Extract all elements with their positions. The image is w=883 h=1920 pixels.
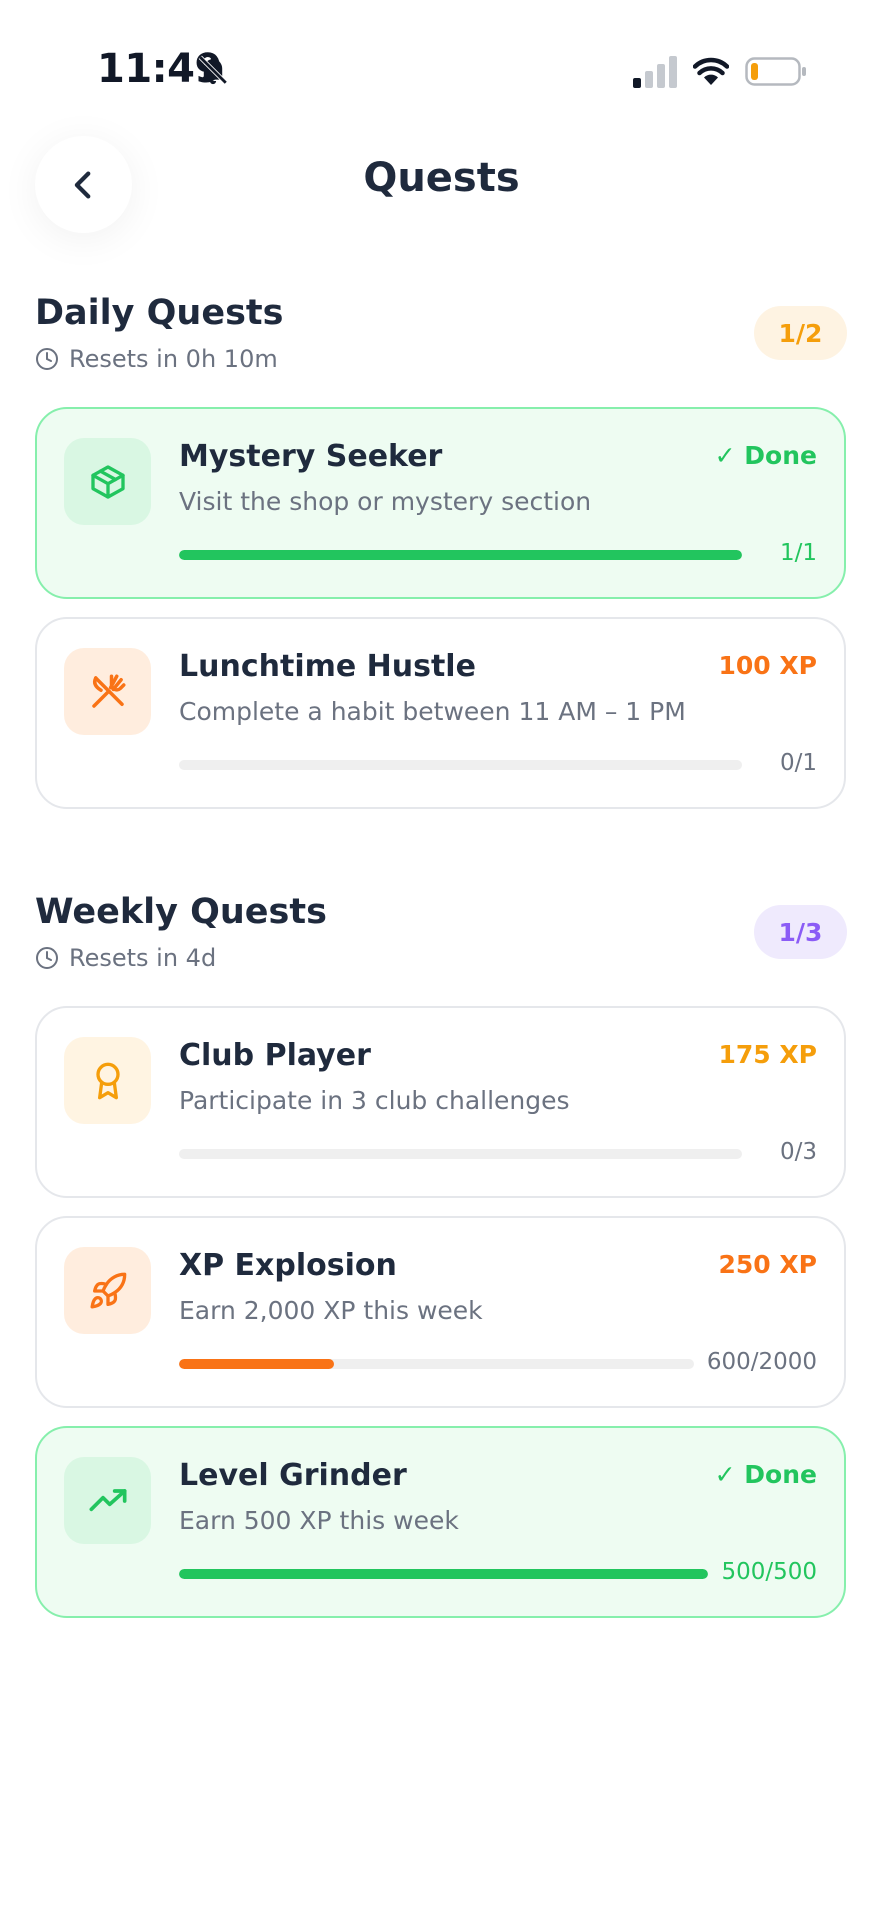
clock-icon bbox=[36, 947, 58, 969]
quest-icon-box bbox=[64, 1247, 151, 1334]
quest-progress-bar bbox=[179, 760, 742, 770]
quest-progress-bar bbox=[179, 1149, 742, 1159]
quest-progress-fill bbox=[179, 1569, 708, 1579]
utensils-crossed-icon bbox=[91, 674, 125, 708]
quest-card-club-player[interactable]: Club Player Participate in 3 club challe… bbox=[35, 1006, 846, 1198]
daily-reset-timer: Resets in 0h 10m bbox=[35, 345, 278, 373]
quest-progress-fill bbox=[179, 1359, 334, 1369]
quest-title: Level Grinder bbox=[179, 1458, 407, 1493]
quest-icon-box bbox=[64, 438, 151, 525]
weekly-count-badge: 1/3 bbox=[754, 905, 847, 959]
clock-icon bbox=[36, 348, 58, 370]
quest-progress-text: 600/2000 bbox=[706, 1349, 817, 1375]
daily-quests-title: Daily Quests bbox=[35, 293, 284, 333]
quest-xp-reward: 250 XP bbox=[718, 1250, 818, 1279]
quest-description: Earn 500 XP this week bbox=[179, 1506, 459, 1535]
quest-progress-fill bbox=[179, 550, 742, 560]
rocket-icon bbox=[90, 1272, 126, 1308]
quest-progress-text: 0/3 bbox=[779, 1139, 817, 1165]
quest-card-mystery-seeker[interactable]: Mystery Seeker Visit the shop or mystery… bbox=[35, 407, 846, 599]
quest-description: Earn 2,000 XP this week bbox=[179, 1296, 483, 1325]
weekly-reset-text: Resets in 4d bbox=[69, 944, 217, 972]
quest-card-level-grinder[interactable]: Level Grinder Earn 500 XP this week ✓ Do… bbox=[35, 1426, 846, 1618]
quest-xp-reward: 175 XP bbox=[718, 1040, 818, 1069]
quest-card-xp-explosion[interactable]: XP Explosion Earn 2,000 XP this week 250… bbox=[35, 1216, 846, 1408]
quest-progress-bar bbox=[179, 550, 742, 560]
quest-status-done: ✓ Done bbox=[714, 1460, 817, 1489]
daily-reset-text: Resets in 0h 10m bbox=[69, 345, 278, 373]
quest-description: Complete a habit between 11 AM – 1 PM bbox=[179, 697, 686, 726]
quest-title: Club Player bbox=[179, 1038, 371, 1073]
quest-progress-text: 500/500 bbox=[721, 1559, 817, 1585]
trending-up-icon bbox=[89, 1488, 126, 1511]
quest-description: Participate in 3 club challenges bbox=[179, 1086, 570, 1115]
status-bar: 11:49 bbox=[0, 0, 883, 140]
quest-description: Visit the shop or mystery section bbox=[179, 487, 592, 516]
weekly-quests-title: Weekly Quests bbox=[35, 892, 327, 932]
quest-status-done: ✓ Done bbox=[714, 441, 817, 470]
quest-progress-bar bbox=[179, 1569, 708, 1579]
award-icon bbox=[95, 1062, 120, 1099]
quest-progress-text: 1/1 bbox=[779, 540, 817, 566]
package-icon bbox=[90, 464, 125, 499]
weekly-reset-timer: Resets in 4d bbox=[35, 944, 216, 972]
quest-title: Lunchtime Hustle bbox=[179, 649, 476, 684]
quest-title: XP Explosion bbox=[179, 1248, 397, 1283]
quest-xp-reward: 100 XP bbox=[718, 651, 818, 680]
bell-off-icon bbox=[198, 55, 228, 85]
quest-title: Mystery Seeker bbox=[179, 439, 443, 474]
battery-icon bbox=[745, 57, 806, 86]
page-title: Quests bbox=[363, 155, 520, 201]
daily-count-badge: 1/2 bbox=[754, 306, 847, 360]
quest-icon-box bbox=[64, 648, 151, 735]
quest-progress-bar bbox=[179, 1359, 694, 1369]
quest-card-lunchtime-hustle[interactable]: Lunchtime Hustle Complete a habit betwee… bbox=[35, 617, 846, 809]
wifi-icon bbox=[693, 57, 729, 85]
cellular-signal-icon bbox=[633, 56, 677, 88]
quest-icon-box bbox=[64, 1457, 151, 1544]
quest-progress-text: 0/1 bbox=[779, 750, 817, 776]
quest-icon-box bbox=[64, 1037, 151, 1124]
